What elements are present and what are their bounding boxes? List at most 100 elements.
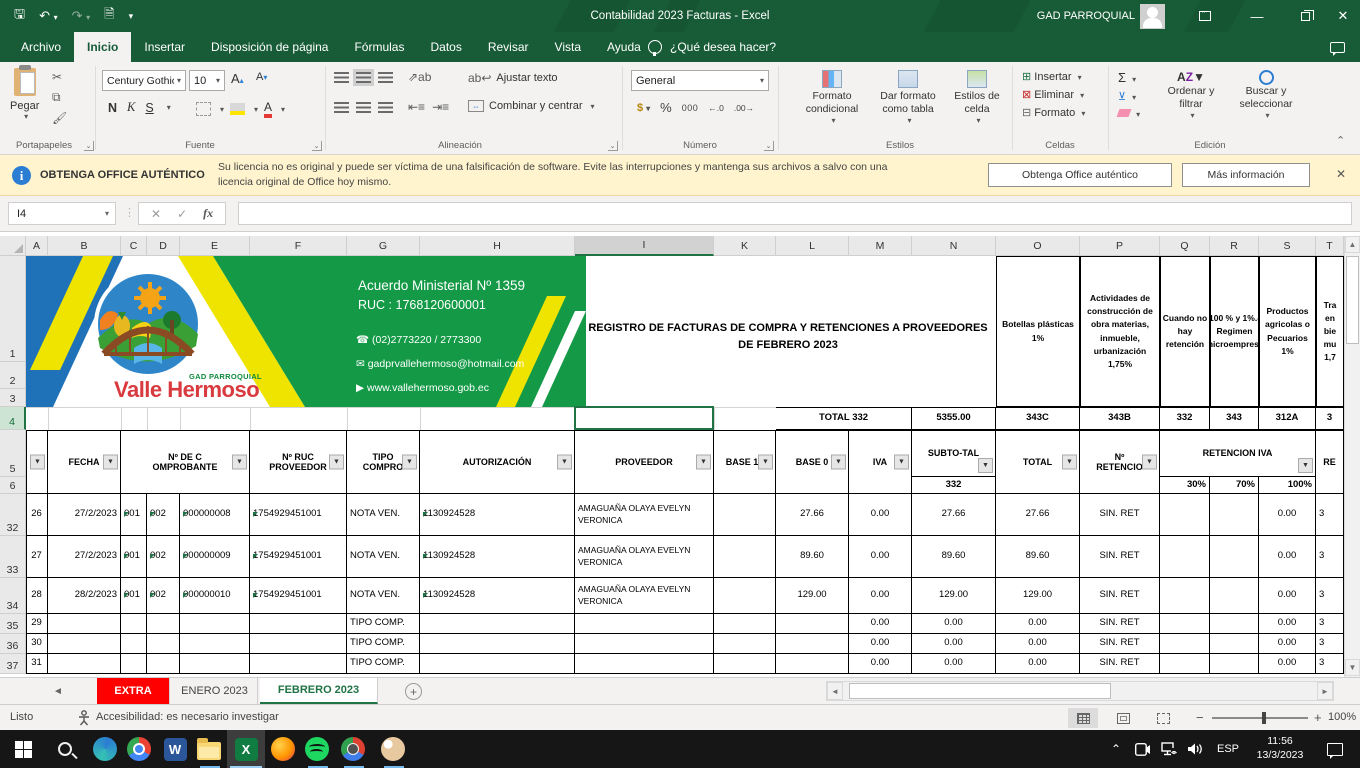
percent-style-icon[interactable]: % [660, 100, 672, 115]
cell-O37[interactable]: 0.00 [996, 654, 1080, 674]
filter-button[interactable]: ▼ [329, 454, 344, 469]
cell-O34[interactable]: 129.00 [996, 578, 1080, 614]
name-box[interactable]: I4 ▾ [8, 202, 116, 225]
cell-C33[interactable]: 001 [121, 536, 147, 578]
cell-P32[interactable]: SIN. RET [1080, 494, 1160, 536]
cell-D32[interactable]: 002 [147, 494, 180, 536]
cell-R35[interactable] [1210, 614, 1259, 634]
cell-R37[interactable] [1210, 654, 1259, 674]
cell-G33[interactable]: NOTA VEN. [347, 536, 420, 578]
cell-P37[interactable]: SIN. RET [1080, 654, 1160, 674]
cell-A34[interactable]: 28 [26, 578, 48, 614]
font-size-combo[interactable]: 10 ▾ [189, 70, 225, 91]
tax-header-Q[interactable]: Cuando no hay retención [1160, 256, 1210, 407]
scroll-right-icon[interactable]: ► [1317, 682, 1333, 700]
cell-Q36[interactable] [1160, 634, 1210, 654]
ribbon-tab-datos[interactable]: Datos [417, 32, 474, 62]
cell-E34[interactable]: 000000010 [180, 578, 250, 614]
number-dialog-launcher[interactable]: ⌄ [764, 141, 774, 151]
shrink-font-icon[interactable]: A▾ [256, 71, 267, 83]
sort-filter-button[interactable]: AZ▼ Ordenar y filtrar ▾ [1158, 70, 1224, 121]
font-color-dropdown[interactable]: ▾ [281, 105, 285, 114]
copy-icon[interactable]: ⧉ [52, 90, 67, 105]
cell-G35[interactable]: TIPO COMP. [347, 614, 420, 634]
cell-N4[interactable]: 5355.00 [912, 407, 996, 430]
close-button[interactable]: ✕ [1326, 0, 1360, 32]
insert-function-icon[interactable]: fx [203, 206, 213, 221]
cell-P33[interactable]: SIN. RET [1080, 536, 1160, 578]
tax-header-O[interactable]: Botellas plásticas 1% [996, 256, 1080, 407]
cell-K33[interactable] [714, 536, 776, 578]
qat-customize-icon[interactable]: ▾ [129, 11, 134, 22]
column-header-O[interactable]: O [996, 236, 1080, 256]
get-office-button[interactable]: Obtenga Office auténtico [988, 163, 1172, 187]
cell-B36[interactable] [48, 634, 121, 654]
underline-button[interactable]: S [145, 101, 153, 115]
align-left-icon[interactable] [334, 101, 349, 113]
row-header-1[interactable]: 1 [0, 256, 26, 362]
cell-P4[interactable]: 343B [1080, 407, 1160, 430]
cell-E33[interactable]: 000000009 [180, 536, 250, 578]
scroll-up-icon[interactable]: ▲ [1345, 236, 1360, 253]
header-O5[interactable]: TOTAL ▼ [996, 430, 1080, 494]
column-header-C[interactable]: C [121, 236, 147, 256]
cell-Q4[interactable]: 332 [1160, 407, 1210, 430]
column-header-M[interactable]: M [849, 236, 912, 256]
cell-K36[interactable] [714, 634, 776, 654]
cell-F33[interactable]: 1754929451001 [250, 536, 347, 578]
cell-K32[interactable] [714, 494, 776, 536]
language-indicator[interactable]: ESP [1212, 730, 1244, 768]
page-layout-view-button[interactable] [1108, 708, 1138, 728]
cell-G36[interactable]: TIPO COMP. [347, 634, 420, 654]
cell-T33[interactable]: 3 [1316, 536, 1344, 578]
autosum-button[interactable]: Σ ▾ [1118, 70, 1140, 85]
filter-button[interactable]: ▼ [696, 454, 711, 469]
column-header-R[interactable]: R [1210, 236, 1259, 256]
cell-R36[interactable] [1210, 634, 1259, 654]
cell-T34[interactable]: 3 [1316, 578, 1344, 614]
subheader-Q6[interactable]: 30% [1160, 477, 1210, 494]
column-header-T[interactable]: T [1316, 236, 1344, 256]
conditional-formatting-button[interactable]: Formato condicional ▾ [796, 70, 868, 126]
cell-S37[interactable]: 0.00 [1259, 654, 1316, 674]
cell-H32[interactable]: 1130924528 [420, 494, 575, 536]
redo-icon[interactable]: ↷ ▾ [72, 8, 91, 24]
cell-B32[interactable]: 27/2/2023 [48, 494, 121, 536]
row-header-4[interactable]: 4 [0, 407, 26, 430]
cell-I37[interactable] [575, 654, 714, 674]
cell-T36[interactable]: 3 [1316, 634, 1344, 654]
insert-cells-button[interactable]: ⊞ Insertar ▾ [1022, 70, 1085, 83]
more-info-button[interactable]: Más información [1182, 163, 1310, 187]
edge-icon[interactable] [92, 736, 118, 762]
print-preview-icon[interactable]: 🗎 [104, 5, 114, 27]
cell-L34[interactable]: 129.00 [776, 578, 849, 614]
ribbon-tab-disposici-n-de-p-gina[interactable]: Disposición de página [198, 32, 341, 62]
accessibility-status[interactable]: Accesibilidad: es necesario investigar [96, 711, 279, 723]
header-G5[interactable]: TIPO COMPRO ▼ [347, 430, 420, 494]
horizontal-scroll-thumb[interactable] [849, 683, 1111, 699]
spotify-icon[interactable] [304, 736, 330, 762]
cell-M37[interactable]: 0.00 [849, 654, 912, 674]
share-comment-icon[interactable] [1330, 32, 1345, 62]
cell-T4[interactable]: 3 [1316, 407, 1344, 430]
row-header-35[interactable]: 35 [0, 614, 26, 634]
selected-cell-I4[interactable] [574, 406, 714, 430]
cell-G32[interactable]: NOTA VEN. [347, 494, 420, 536]
row-header-36[interactable]: 36 [0, 634, 26, 654]
filter-button[interactable]: ▼ [1062, 454, 1077, 469]
cell-F35[interactable] [250, 614, 347, 634]
meet-now-icon[interactable] [1132, 730, 1154, 768]
user-avatar[interactable] [1140, 4, 1165, 29]
scroll-down-icon[interactable]: ▼ [1345, 659, 1360, 676]
cell-O36[interactable]: 0.00 [996, 634, 1080, 654]
filter-button[interactable]: ▼ [831, 454, 846, 469]
sheet-tab-febrero-2023[interactable]: FEBRERO 2023 [260, 678, 378, 704]
cell-O4[interactable]: 343C [996, 407, 1080, 430]
cell-N33[interactable]: 89.60 [912, 536, 996, 578]
column-header-E[interactable]: E [180, 236, 250, 256]
header-N5[interactable]: SUBTO-TAL ▼ [912, 430, 996, 477]
decrease-indent-icon[interactable]: ⇤≡ [408, 100, 425, 114]
tax-header-T[interactable]: Tra en bie mu 1,7 [1316, 256, 1344, 407]
zoom-slider-thumb[interactable] [1262, 712, 1266, 724]
row-header-5[interactable]: 5 [0, 430, 26, 477]
